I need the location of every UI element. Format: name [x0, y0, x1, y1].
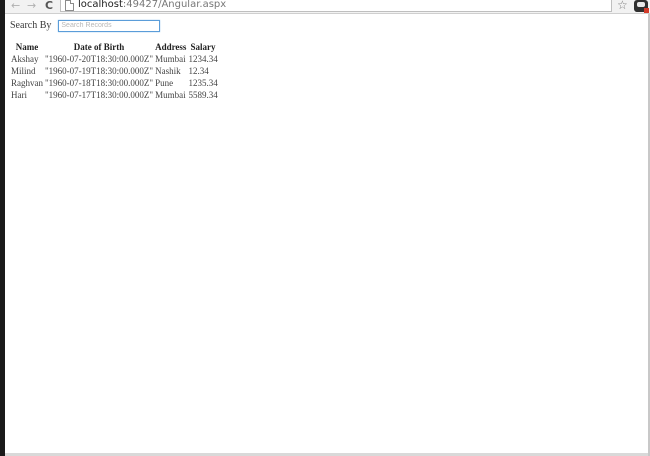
table-header-row: Name Date of Birth Address Salary: [10, 42, 219, 53]
column-header-address[interactable]: Address: [154, 42, 187, 53]
cell-date-of-birth: "1960-07-19T18:30:00.000Z": [45, 66, 154, 76]
column-header-date-of-birth[interactable]: Date of Birth: [44, 42, 154, 53]
column-header-salary[interactable]: Salary: [187, 42, 218, 53]
cell-address: Nashik: [155, 66, 181, 76]
url-text: localhost:49427/Angular.aspx: [78, 0, 226, 10]
table-row: Raghvan "1960-07-18T18:30:00.000Z" Pune …: [10, 77, 219, 89]
cell-date-of-birth: "1960-07-17T18:30:00.000Z": [45, 90, 154, 100]
cell-salary: 5589.34: [188, 90, 218, 100]
extension-icon[interactable]: [634, 0, 649, 13]
bookmark-star-icon[interactable]: ☆: [617, 0, 628, 11]
forward-arrow-icon[interactable]: →: [27, 0, 36, 12]
search-input[interactable]: [58, 20, 161, 32]
table-row: Hari "1960-07-17T18:30:00.000Z" Mumbai 5…: [10, 89, 219, 101]
browser-window: ← → C localhost:49427/Angular.aspx ☆ Sea…: [0, 0, 650, 456]
cell-name: Milind: [11, 66, 36, 76]
page-icon: [65, 0, 74, 11]
cell-address: Mumbai: [155, 54, 186, 64]
cell-name: Hari: [11, 90, 27, 100]
cell-salary: 1235.34: [188, 78, 218, 88]
search-row: Search By: [10, 19, 219, 33]
address-bar[interactable]: localhost:49427/Angular.aspx: [60, 0, 612, 12]
cell-salary: 12.34: [188, 66, 209, 76]
cell-address: Pune: [155, 78, 174, 88]
page-content: Search By Name Date of Birth Address Sal…: [10, 19, 219, 101]
cell-date-of-birth: "1960-07-18T18:30:00.000Z": [45, 78, 154, 88]
window-left-border: [0, 0, 5, 456]
cell-salary: 1234.34: [188, 54, 218, 64]
cell-name: Akshay: [11, 54, 39, 64]
table-row: Milind "1960-07-19T18:30:00.000Z" Nashik…: [10, 65, 219, 77]
cell-address: Mumbai: [155, 90, 186, 100]
url-path: :49427/Angular.aspx: [122, 0, 227, 10]
column-header-name[interactable]: Name: [10, 42, 44, 53]
url-host: localhost: [78, 0, 123, 10]
records-table: Name Date of Birth Address Salary Akshay…: [10, 42, 219, 101]
back-arrow-icon[interactable]: ←: [11, 0, 20, 12]
cell-name: Raghvan: [11, 78, 43, 88]
table-row: Akshay "1960-07-20T18:30:00.000Z" Mumbai…: [10, 53, 219, 65]
reload-icon[interactable]: C: [45, 0, 53, 12]
browser-toolbar: ← → C localhost:49427/Angular.aspx ☆: [5, 0, 650, 14]
search-label: Search By: [10, 20, 52, 31]
cell-date-of-birth: "1960-07-20T18:30:00.000Z": [45, 54, 154, 64]
